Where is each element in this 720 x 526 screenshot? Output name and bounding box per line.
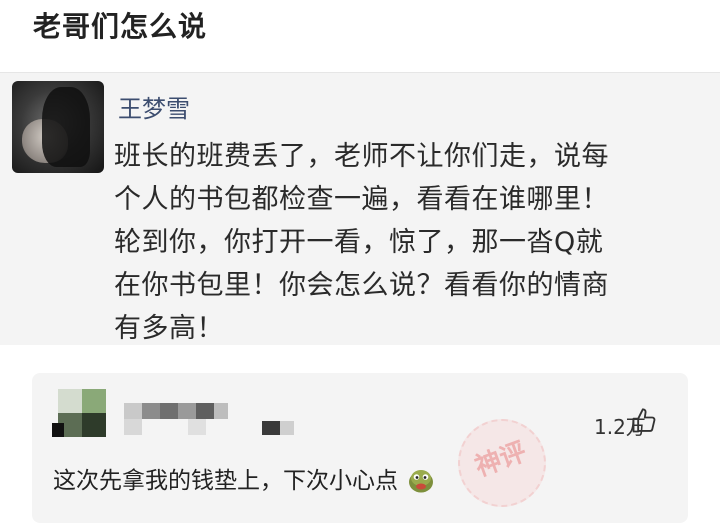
comment-text: 这次先拿我的钱垫上，下次小心点 xyxy=(53,461,435,495)
author-name[interactable]: 王梦雪 xyxy=(118,89,190,124)
post-line: 在你书包里！你会怎么说？看看你的情商 xyxy=(114,270,609,301)
avatar-hair xyxy=(42,87,90,167)
comment-body: 这次先拿我的钱垫上，下次小心点 xyxy=(53,468,398,494)
stamp-text: 神评 xyxy=(471,436,531,483)
featured-comment-stamp: 神评 xyxy=(458,419,546,507)
turtle-face-emoji-icon xyxy=(409,470,434,493)
post-line: 个人的书包都检查一遍，看看在谁哪里！ xyxy=(114,184,609,215)
post-line: 轮到你，你打开一看，惊了，那一沓Q就 xyxy=(114,227,604,258)
post-card[interactable]: 王梦雪 班长的班费丢了，老师不让你们走，说每 个人的书包都检查一遍，看看在谁哪里… xyxy=(0,72,720,345)
post-line: 有多高！ xyxy=(114,313,224,344)
post-line: 班长的班费丢了，老师不让你们走，说每 xyxy=(114,141,609,172)
post-text: 班长的班费丢了，老师不让你们走，说每 个人的书包都检查一遍，看看在谁哪里！ 轮到… xyxy=(114,135,704,350)
author-avatar[interactable] xyxy=(12,81,104,173)
thumbs-up-icon[interactable] xyxy=(630,407,658,435)
comment-card[interactable]: 神评 1.2万 这次先拿我的钱垫上，下次小心点 xyxy=(32,373,688,523)
page-title: 老哥们怎么说 xyxy=(33,10,208,43)
